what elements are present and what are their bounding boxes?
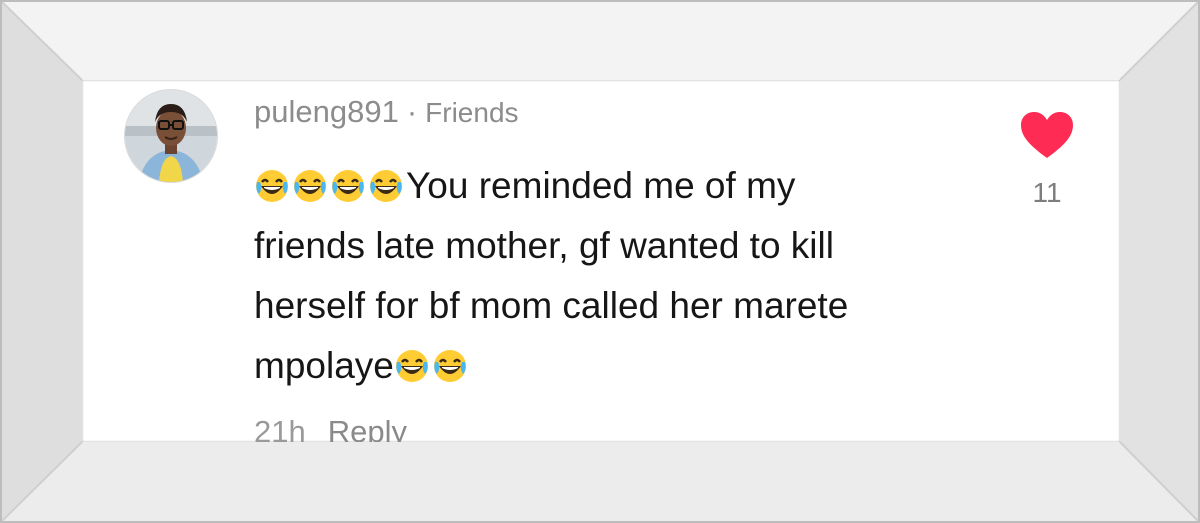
like-button[interactable]: [1017, 110, 1077, 165]
comment-text-line-4: mpolaye: [254, 345, 394, 386]
comment-card: puleng891 · Friends You reminded me of my f…: [82, 80, 1120, 442]
separator-dot: ·: [406, 94, 418, 129]
username-link[interactable]: puleng891: [254, 94, 399, 129]
tears-of-joy-emoji-icon: [254, 165, 292, 206]
relationship-label: Friends: [425, 97, 519, 128]
reply-button[interactable]: Reply: [328, 414, 407, 442]
comment-header: puleng891 · Friends: [254, 94, 519, 130]
comment-line-4: mpolaye: [254, 345, 470, 386]
tears-of-joy-emoji-icon: [394, 345, 432, 386]
picture-frame: puleng891 · Friends You reminded me of my f…: [0, 0, 1200, 523]
comment-text-line-2: friends late mother, gf wanted to kill: [254, 225, 834, 266]
timestamp: 21h: [254, 414, 306, 442]
tears-of-joy-emoji-icon: [330, 165, 368, 206]
comment-line-1: You reminded me of my: [254, 165, 795, 206]
tears-of-joy-emoji-icon: [292, 165, 330, 206]
comment-text-line-1: You reminded me of my: [406, 165, 796, 206]
tears-of-joy-emoji-icon: [368, 165, 406, 206]
comment-meta: 21h Reply: [254, 414, 407, 442]
tears-of-joy-emoji-icon: [432, 345, 470, 386]
heart-icon[interactable]: [1019, 110, 1075, 160]
like-count: 11: [1032, 177, 1062, 208]
comment-text-line-3: herself for bf mom called her marete: [254, 285, 849, 326]
avatar[interactable]: [125, 90, 217, 182]
comment-text: You reminded me of my friends late mother…: [254, 156, 974, 396]
